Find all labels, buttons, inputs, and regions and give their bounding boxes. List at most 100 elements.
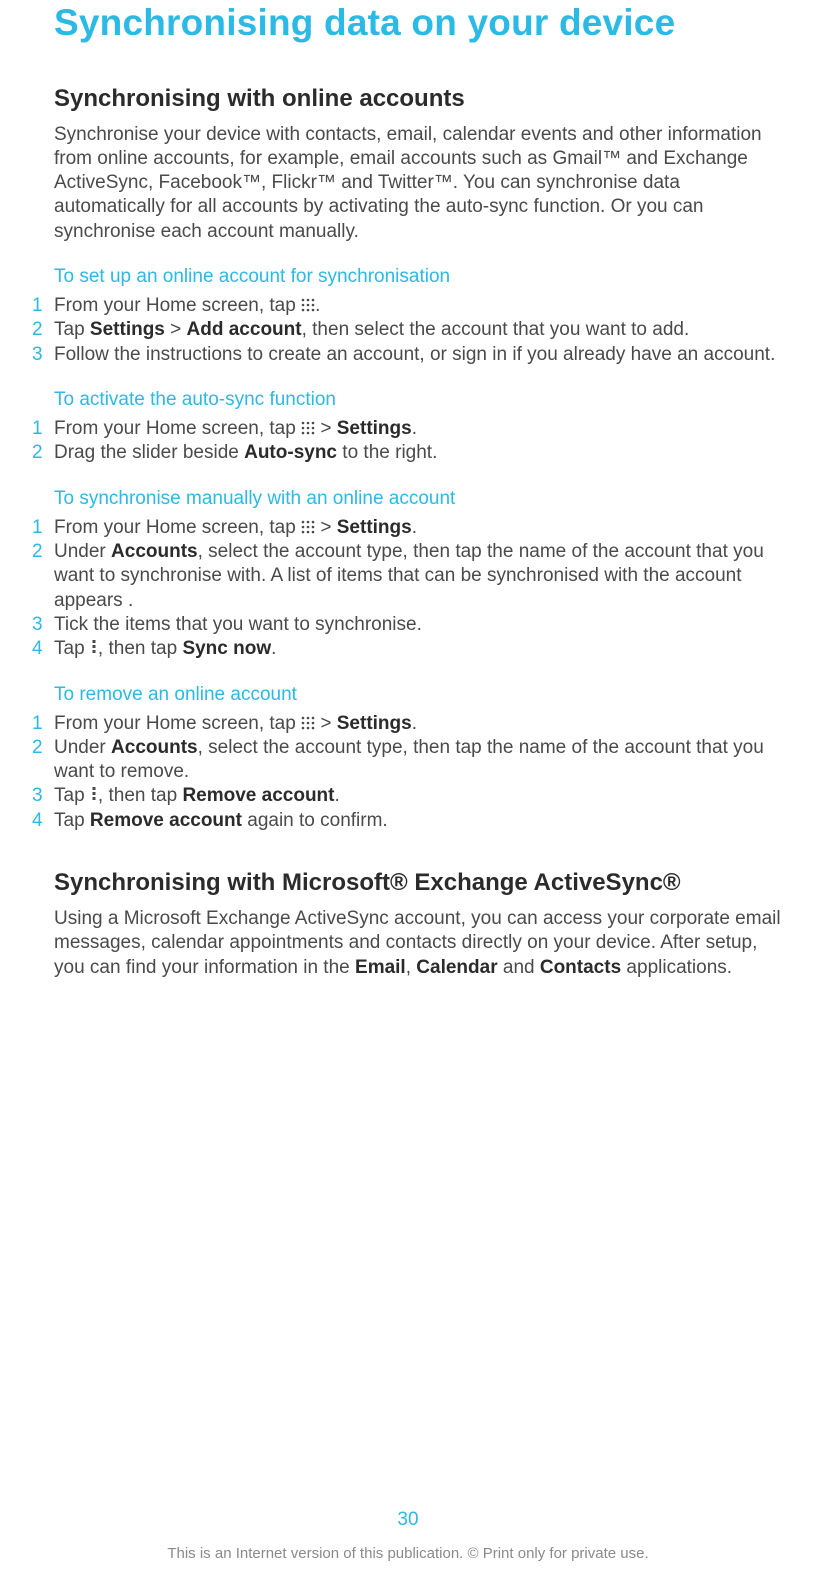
text: and xyxy=(498,957,540,978)
subheading-remove-account: To remove an online account xyxy=(54,684,784,706)
text: . xyxy=(271,638,276,659)
subheading-activate-autosync: To activate the auto-sync function xyxy=(54,389,784,411)
section-heading-exchange-activesync: Synchronising with Microsoft® Exchange A… xyxy=(54,869,784,897)
step-row: 1 From your Home screen, tap > Settings. xyxy=(54,417,784,441)
text: to the right. xyxy=(337,442,437,463)
page-footer: 30 This is an Internet version of this p… xyxy=(0,1509,816,1562)
footer-note: This is an Internet version of this publ… xyxy=(0,1545,816,1562)
apps-grid-icon xyxy=(301,298,315,312)
step-text: From your Home screen, tap > Settings. xyxy=(54,417,784,441)
steps-remove-account: 1 From your Home screen, tap > Settings.… xyxy=(54,712,784,834)
step-row: 3 Follow the instructions to create an a… xyxy=(54,343,784,367)
step-text: Tap , then tap Remove account. xyxy=(54,784,784,808)
text: Tap xyxy=(54,785,90,806)
step-text: Under Accounts, select the account type,… xyxy=(54,540,784,613)
text-bold: Accounts xyxy=(111,541,198,562)
page-title: Synchronising data on your device xyxy=(54,2,784,45)
text: . xyxy=(315,295,320,316)
steps-sync-manually: 1 From your Home screen, tap > Settings.… xyxy=(54,516,784,662)
step-text: Tap Remove account again to confirm. xyxy=(54,809,784,833)
text: . xyxy=(412,517,417,538)
apps-grid-icon xyxy=(301,716,315,730)
step-number: 4 xyxy=(32,637,54,661)
exchange-paragraph: Using a Microsoft Exchange ActiveSync ac… xyxy=(54,907,784,980)
text: > xyxy=(315,517,337,538)
step-number: 1 xyxy=(32,516,54,540)
step-text: From your Home screen, tap > Settings. xyxy=(54,516,784,540)
text: , then tap xyxy=(98,785,183,806)
step-text: From your Home screen, tap . xyxy=(54,294,784,318)
text: , then tap xyxy=(98,638,183,659)
text-bold: Settings xyxy=(337,418,412,439)
subheading-sync-manually: To synchronise manually with an online a… xyxy=(54,488,784,510)
step-text: Tap , then tap Sync now. xyxy=(54,637,784,661)
page-number: 30 xyxy=(0,1509,816,1531)
text: . xyxy=(412,713,417,734)
steps-activate-autosync: 1 From your Home screen, tap > Settings.… xyxy=(54,417,784,466)
text-bold: Auto-sync xyxy=(244,442,337,463)
step-number: 3 xyxy=(32,784,54,808)
step-text: From your Home screen, tap > Settings. xyxy=(54,712,784,736)
apps-grid-icon xyxy=(301,520,315,534)
step-number: 1 xyxy=(32,294,54,318)
text: Tap xyxy=(54,319,90,340)
overflow-menu-icon xyxy=(90,786,98,802)
text: From your Home screen, tap xyxy=(54,418,301,439)
text: applications. xyxy=(621,957,732,978)
text: . xyxy=(412,418,417,439)
step-text: Drag the slider beside Auto-sync to the … xyxy=(54,441,784,465)
text: . xyxy=(334,785,339,806)
step-row: 2 Under Accounts, select the account typ… xyxy=(54,736,784,785)
text: Under xyxy=(54,541,111,562)
step-number: 1 xyxy=(32,712,54,736)
step-text: Under Accounts, select the account type,… xyxy=(54,736,784,785)
step-text: Tick the items that you want to synchron… xyxy=(54,613,784,637)
text: > xyxy=(165,319,187,340)
text-bold: Sync now xyxy=(182,638,271,659)
step-row: 3 Tap , then tap Remove account. xyxy=(54,784,784,808)
overflow-menu-icon xyxy=(90,639,98,655)
text: From your Home screen, tap xyxy=(54,295,301,316)
step-row: 4 Tap , then tap Sync now. xyxy=(54,637,784,661)
step-number: 2 xyxy=(32,736,54,760)
step-text: Tap Settings > Add account, then select … xyxy=(54,318,784,342)
text-bold: Calendar xyxy=(416,957,497,978)
step-row: 2 Drag the slider beside Auto-sync to th… xyxy=(54,441,784,465)
step-row: 4 Tap Remove account again to confirm. xyxy=(54,809,784,833)
steps-setup-account: 1 From your Home screen, tap . 2 Tap Set… xyxy=(54,294,784,367)
text-bold: Settings xyxy=(337,713,412,734)
step-number: 2 xyxy=(32,318,54,342)
step-text: Follow the instructions to create an acc… xyxy=(54,343,784,367)
step-row: 2 Under Accounts, select the account typ… xyxy=(54,540,784,613)
step-row: 3 Tick the items that you want to synchr… xyxy=(54,613,784,637)
text-bold: Remove account xyxy=(182,785,334,806)
text-bold: Contacts xyxy=(540,957,621,978)
subheading-setup-account: To set up an online account for synchron… xyxy=(54,266,784,288)
step-number: 2 xyxy=(32,540,54,564)
text-bold: Settings xyxy=(337,517,412,538)
text: , xyxy=(406,957,417,978)
step-number: 4 xyxy=(32,809,54,833)
text-bold: Remove account xyxy=(90,810,242,831)
apps-grid-icon xyxy=(301,421,315,435)
step-row: 1 From your Home screen, tap > Settings. xyxy=(54,712,784,736)
intro-paragraph: Synchronise your device with contacts, e… xyxy=(54,123,784,245)
text: Drag the slider beside xyxy=(54,442,244,463)
text-bold: Email xyxy=(355,957,406,978)
text: > xyxy=(315,713,337,734)
step-number: 3 xyxy=(32,343,54,367)
step-number: 1 xyxy=(32,417,54,441)
text: From your Home screen, tap xyxy=(54,713,301,734)
step-number: 2 xyxy=(32,441,54,465)
step-row: 1 From your Home screen, tap > Settings. xyxy=(54,516,784,540)
step-row: 1 From your Home screen, tap . xyxy=(54,294,784,318)
text-bold: Accounts xyxy=(111,737,198,758)
text-bold: Add account xyxy=(187,319,302,340)
text: Under xyxy=(54,737,111,758)
text: > xyxy=(315,418,337,439)
text: Tap xyxy=(54,638,90,659)
section-heading-online-accounts: Synchronising with online accounts xyxy=(54,85,784,113)
text-bold: Settings xyxy=(90,319,165,340)
text: Tap xyxy=(54,810,90,831)
text: From your Home screen, tap xyxy=(54,517,301,538)
